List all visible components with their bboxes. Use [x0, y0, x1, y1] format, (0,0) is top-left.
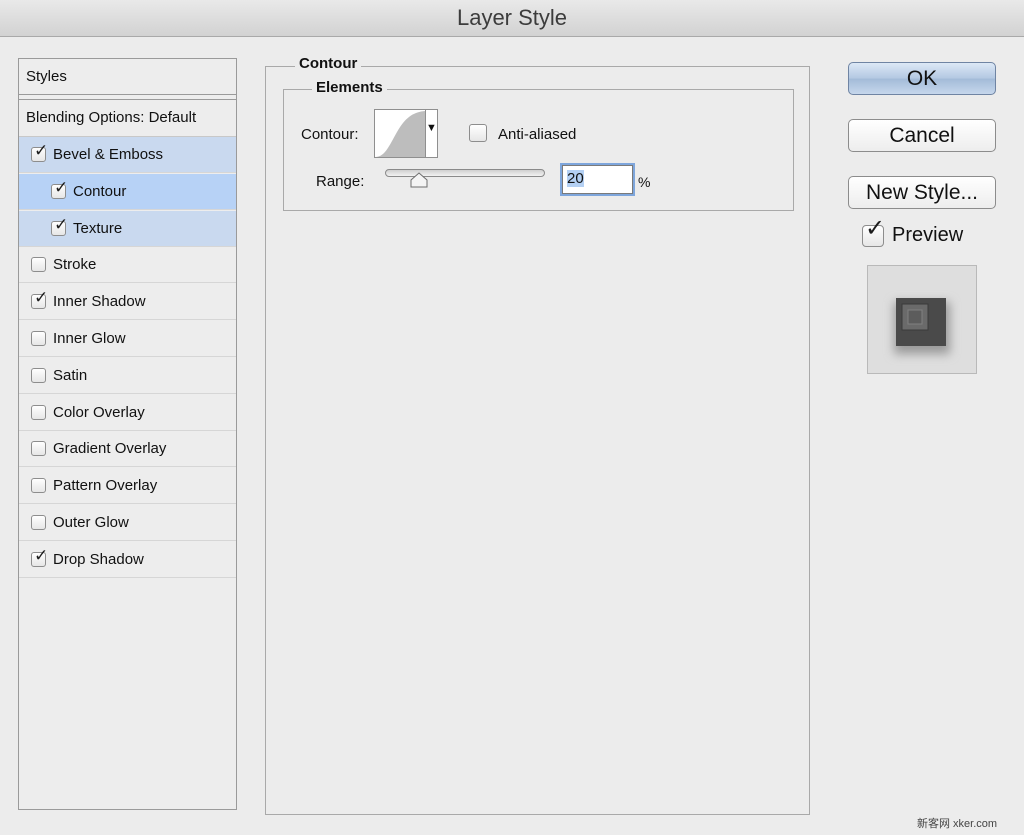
contour-curve-preview[interactable]	[375, 110, 426, 157]
style-item-label: Satin	[53, 366, 88, 384]
style-checkbox[interactable]: ✓	[31, 289, 48, 310]
style-checkbox[interactable]: ✓	[51, 216, 68, 236]
preview-checkbox[interactable]: ✓	[862, 216, 885, 247]
window-title: Layer Style	[456, 5, 568, 30]
range-slider-thumb[interactable]	[409, 172, 429, 188]
blending-options-item[interactable]: Blending Options: Default	[19, 99, 236, 137]
range-input[interactable]: 20	[562, 165, 633, 194]
style-item-label: Texture	[73, 219, 123, 237]
checkmark-icon: ✓	[34, 288, 49, 308]
range-value: 20	[567, 170, 584, 187]
style-item-label: Inner Glow	[53, 330, 126, 347]
style-checkbox[interactable]	[31, 367, 46, 383]
style-checkbox[interactable]: ✓	[31, 547, 48, 567]
elements-group	[283, 89, 794, 211]
style-item-gradient-overlay[interactable]: Gradient Overlay	[19, 431, 236, 468]
style-checkbox[interactable]	[31, 515, 46, 530]
checkmark-icon: ✓	[34, 141, 49, 160]
style-item-outer-glow[interactable]: Outer Glow	[19, 505, 236, 541]
watermark: 新客网 xker.com	[917, 818, 998, 830]
style-checkbox[interactable]	[31, 441, 46, 457]
style-item-label: Gradient Overlay	[53, 440, 167, 458]
range-unit: %	[638, 174, 651, 190]
cancel-button[interactable]: Cancel	[848, 119, 996, 152]
style-item-label: Color Overlay	[53, 403, 145, 421]
checkmark-icon: ✓	[54, 177, 69, 197]
contour-dropdown-arrow-icon[interactable]: ▼	[426, 110, 437, 157]
style-item-label: Outer Glow	[53, 514, 129, 531]
style-item-bevel-emboss[interactable]: ✓ Bevel & Emboss	[19, 137, 236, 173]
style-item-satin[interactable]: Satin	[19, 358, 236, 394]
ok-button[interactable]: OK	[848, 62, 996, 95]
style-item-label: Bevel & Emboss	[53, 146, 164, 163]
preview-swatch-icon	[894, 298, 950, 354]
styles-panel: Styles Blending Options: Default ✓ Bevel …	[18, 58, 237, 810]
style-item-label: Drop Shadow	[53, 550, 144, 568]
style-checkbox[interactable]: ✓	[31, 142, 48, 162]
preview-label: Preview	[892, 224, 964, 246]
style-checkbox[interactable]	[31, 257, 46, 273]
style-item-stroke[interactable]: Stroke	[19, 247, 236, 284]
anti-aliased-checkbox[interactable]	[469, 124, 487, 142]
range-label: Range:	[316, 173, 365, 190]
new-style-button[interactable]: New Style...	[848, 176, 996, 209]
title-bar: Layer Style	[0, 0, 1024, 37]
style-item-inner-shadow[interactable]: ✓ Inner Shadow	[19, 284, 236, 321]
style-item-inner-glow[interactable]: Inner Glow	[19, 321, 236, 357]
style-item-label: Stroke	[53, 256, 97, 274]
style-item-label: Pattern Overlay	[53, 477, 158, 495]
style-item-drop-shadow[interactable]: ✓ Drop Shadow	[19, 542, 236, 578]
checkmark-icon: ✓	[865, 214, 886, 242]
style-item-texture[interactable]: ✓ Texture	[19, 210, 236, 247]
contour-group-title: Contour	[295, 55, 362, 72]
style-item-contour[interactable]: ✓ Contour	[19, 173, 236, 210]
contour-label: Contour:	[301, 126, 359, 143]
anti-aliased-checkbox-box[interactable]	[469, 124, 487, 142]
style-item-pattern-overlay[interactable]: Pattern Overlay	[19, 468, 236, 505]
style-preview-thumbnail	[867, 265, 977, 374]
style-checkbox[interactable]	[31, 404, 46, 420]
style-item-label: Inner Shadow	[53, 293, 146, 311]
style-item-color-overlay[interactable]: Color Overlay	[19, 395, 236, 431]
styles-header[interactable]: Styles	[19, 59, 236, 95]
preview-toggle[interactable]: ✓ Preview	[862, 216, 964, 247]
anti-aliased-label: Anti-aliased	[498, 126, 577, 143]
checkmark-icon: ✓	[54, 214, 69, 234]
contour-picker[interactable]: ▼	[374, 109, 438, 158]
style-checkbox[interactable]	[31, 331, 46, 346]
style-checkbox[interactable]	[31, 478, 46, 494]
style-checkbox[interactable]: ✓	[51, 179, 68, 199]
elements-group-title: Elements	[312, 79, 387, 96]
style-item-label: Contour	[73, 182, 127, 200]
checkmark-icon: ✓	[34, 545, 49, 565]
